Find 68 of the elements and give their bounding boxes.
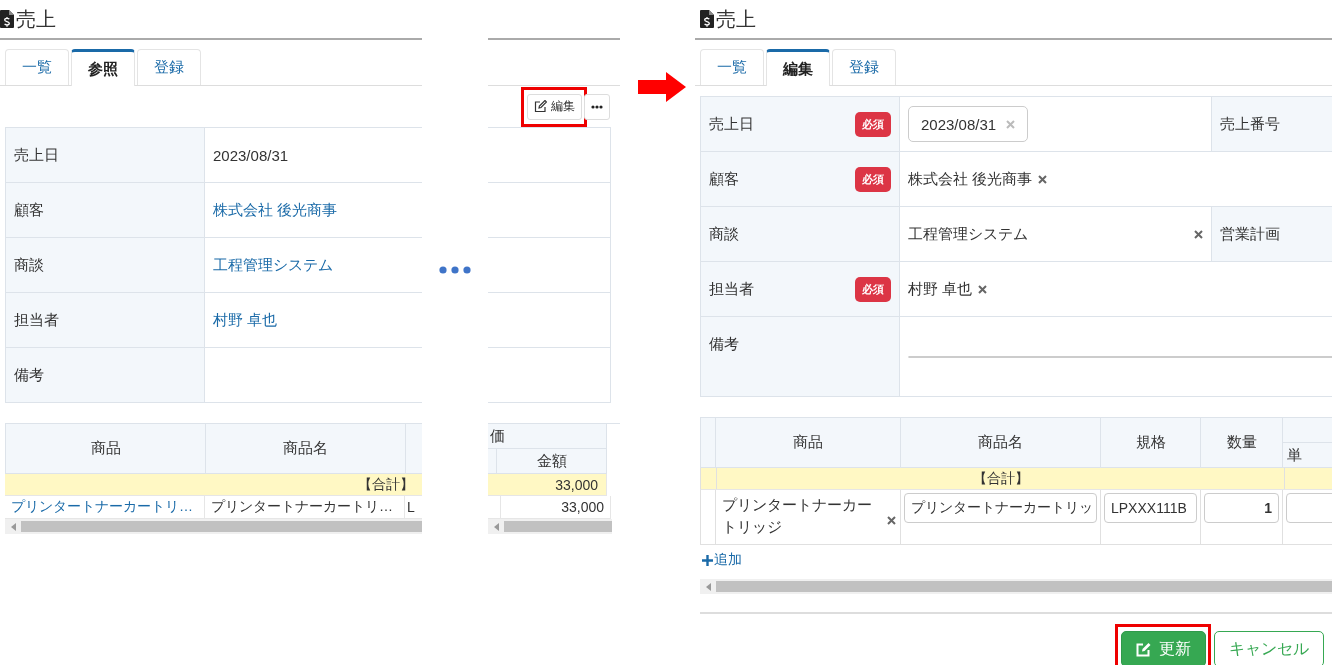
input-field[interactable]: LPXXX111B [1104, 493, 1197, 523]
add-link[interactable]: 追加 [714, 551, 742, 569]
input-field[interactable]: プリンタートナーカートリッ [904, 493, 1097, 523]
invoice-icon [700, 10, 714, 28]
field-value: 2023/08/31 [213, 146, 289, 164]
field-label: 担当者 [709, 279, 754, 299]
column-header: 金額 [497, 449, 607, 474]
column-header: 価 [488, 424, 607, 449]
clear-icon[interactable] [1194, 229, 1203, 239]
column-header: 単 [1283, 443, 1332, 468]
required-badge: 必須 [855, 111, 891, 137]
field-label: 商談 [5, 238, 205, 292]
scroll-left-icon[interactable] [494, 522, 500, 531]
column-header: 商品 [6, 424, 206, 474]
scrollbar[interactable] [488, 519, 612, 534]
ellipsis-icon [439, 266, 471, 274]
field-label: 顧客 [709, 169, 739, 189]
field-label: 営業計画 [1220, 224, 1280, 244]
column-header: 商品名 [206, 424, 406, 474]
selected-value: 村野 卓也 [908, 279, 973, 299]
scrollbar[interactable] [700, 579, 1332, 594]
tab[interactable]: 参照 [71, 49, 135, 86]
page-title: 売上 [716, 6, 756, 32]
tab[interactable]: 登録 [832, 49, 896, 85]
tab[interactable]: 一覧 [700, 49, 764, 85]
field-label: 備考 [5, 348, 205, 402]
edit-icon [1136, 641, 1151, 657]
field-link[interactable]: 工程管理システム [213, 255, 333, 275]
total-amount: 33,000 [555, 476, 598, 493]
arrow-icon [638, 72, 686, 102]
edit-button[interactable]: 編集 [527, 93, 582, 120]
field-label: 顧客 [5, 183, 205, 237]
input-field[interactable]: 1 [1204, 493, 1279, 523]
clear-icon[interactable] [1038, 174, 1048, 184]
total-label: 【合計】 [358, 475, 414, 494]
plus-icon[interactable] [702, 554, 713, 566]
scroll-left-icon[interactable] [11, 522, 17, 531]
selected-value: 工程管理システム [908, 224, 1028, 244]
selected-value: 株式会社 後光商事 [908, 169, 1033, 189]
tab[interactable]: 一覧 [5, 49, 69, 85]
tab[interactable]: 編集 [766, 49, 830, 86]
field-label: 売上日 [5, 128, 205, 182]
more-button[interactable] [584, 93, 610, 120]
product-name: プリンタートナーカートリッジ [722, 495, 872, 537]
scrollbar[interactable] [5, 519, 422, 534]
clear-icon[interactable] [887, 516, 896, 525]
edit-icon [534, 100, 547, 113]
field-label: 担当者 [5, 293, 205, 347]
field-link[interactable]: 株式会社 後光商事 [213, 200, 338, 220]
required-badge: 必須 [855, 276, 891, 302]
field-label: 商談 [709, 224, 739, 244]
field-label: 売上番号 [1220, 114, 1280, 134]
field-label: 売上日 [709, 114, 754, 134]
column-header: 商品 [716, 418, 901, 468]
scroll-left-icon[interactable] [706, 582, 712, 591]
column-header: 規格 [1101, 418, 1201, 468]
page-title: 売上 [16, 6, 56, 32]
field-link[interactable]: 村野 卓也 [213, 310, 278, 330]
tab[interactable]: 登録 [137, 49, 201, 85]
field-label: 備考 [709, 335, 739, 354]
total-label: 【合計】 [972, 469, 1029, 488]
required-badge: 必須 [855, 166, 891, 192]
date-field[interactable]: 2023/08/31 [908, 106, 1029, 142]
cancel-button[interactable]: キャンセル [1214, 631, 1324, 665]
column-header: 数量 [1201, 418, 1283, 468]
ellipsis-icon [591, 104, 603, 109]
column-header: 商品名 [901, 418, 1101, 468]
clear-icon[interactable] [978, 284, 988, 294]
